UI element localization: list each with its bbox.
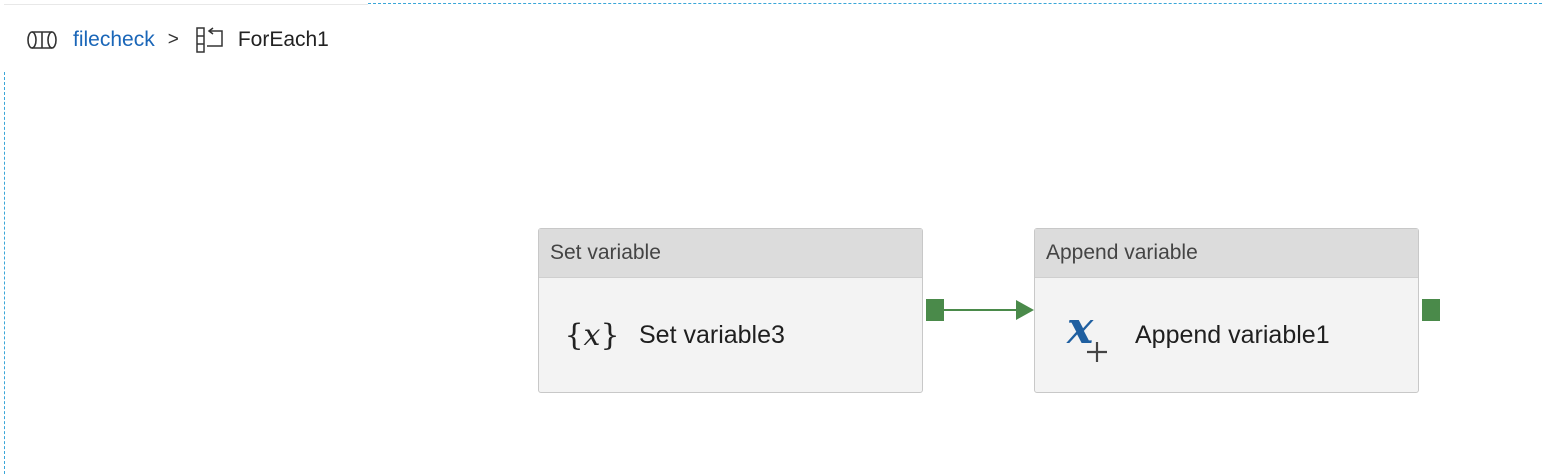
foreach-icon [195,26,225,54]
append-variable-icon: x [1063,307,1113,363]
svg-text:x: x [1066,307,1094,354]
activity-append-variable[interactable]: Append variable x Append variable1 [1034,228,1419,393]
pipeline-canvas[interactable]: filecheck > ForEach1 Set variable {x} Se… [0,0,1542,474]
activity-name: Append variable1 [1135,320,1330,349]
activity-name: Set variable3 [639,320,785,349]
activity-body: x Append variable1 [1035,278,1418,392]
dependency-arrow [940,300,1034,320]
breadcrumb-pipeline-link[interactable]: filecheck [73,28,155,52]
canvas-focus-border-top [368,3,1542,4]
activity-body: {x} Set variable3 [539,278,922,392]
breadcrumb: filecheck > ForEach1 [26,22,329,58]
activity-type-label: Set variable [539,229,922,278]
canvas-focus-border-left [4,72,5,474]
activity-type-label: Append variable [1035,229,1418,278]
breadcrumb-separator: > [167,29,179,50]
activity-set-variable[interactable]: Set variable {x} Set variable3 [538,228,923,393]
pipeline-icon [26,29,60,51]
set-variable-icon: {x} [564,317,620,353]
tab-border [4,4,368,5]
breadcrumb-current: ForEach1 [237,28,329,51]
success-output-port[interactable] [1422,299,1440,321]
